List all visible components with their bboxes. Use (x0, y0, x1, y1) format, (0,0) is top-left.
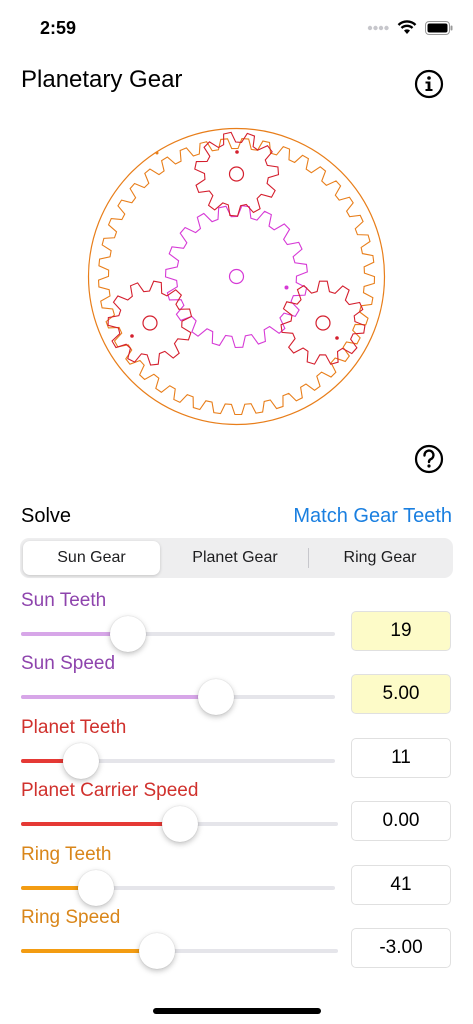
slider-thumb[interactable] (161, 806, 198, 842)
battery-icon (425, 20, 453, 35)
tab-planet-gear[interactable]: Planet Gear (163, 541, 307, 575)
planet-gear-marker-2 (130, 334, 134, 338)
ring-gear-marker (155, 151, 159, 155)
param-label-ring-speed: Ring Speed (21, 907, 121, 928)
param-label-sun-speed: Sun Speed (21, 653, 116, 674)
slider-fill (21, 695, 216, 699)
signal-icon (367, 25, 389, 30)
info-button[interactable] (414, 69, 444, 99)
planet-gear-hub-2 (142, 315, 158, 331)
value-field-sun-teeth[interactable]: 19 (351, 611, 451, 651)
wifi-icon (397, 20, 417, 34)
planet-gear-hub-3 (315, 315, 331, 331)
slider-planet-teeth[interactable] (21, 743, 335, 779)
tab-sun-gear[interactable]: Sun Gear (23, 541, 160, 575)
value-field-planet-teeth[interactable]: 11 (351, 738, 451, 778)
param-label-planet-carrier-speed: Planet Carrier Speed (21, 780, 199, 801)
tab-ring-gear[interactable]: Ring Gear (310, 541, 450, 575)
match-gear-teeth-link[interactable]: Match Gear Teeth (293, 505, 452, 528)
value-field-planet-carrier-speed[interactable]: 0.00 (351, 801, 451, 841)
slider-thumb[interactable] (139, 933, 176, 969)
param-label-planet-teeth: Planet Teeth (21, 717, 127, 738)
slider-thumb[interactable] (109, 616, 146, 652)
sun-gear-teeth (164, 205, 308, 349)
param-label-ring-teeth: Ring Teeth (21, 844, 112, 865)
slider-sun-speed[interactable] (21, 679, 335, 715)
slider-thumb[interactable] (197, 679, 234, 715)
slider-thumb[interactable] (62, 743, 99, 779)
slider-sun-teeth[interactable] (21, 616, 335, 652)
sun-gear-marker (284, 285, 289, 290)
param-label-sun-teeth: Sun Teeth (21, 590, 107, 611)
page-title: Planetary Gear (21, 66, 183, 93)
value-field-ring-teeth[interactable]: 41 (351, 865, 451, 905)
planet-gear-teeth-1 (194, 131, 280, 217)
planetary-gear-diagram (87, 127, 386, 426)
planet-gear-hub-1 (228, 166, 245, 182)
solve-label: Solve (21, 505, 72, 527)
status-icons (367, 20, 453, 35)
status-time: 2:59 (40, 18, 77, 38)
segment-divider (308, 548, 309, 568)
slider-thumb[interactable] (78, 870, 115, 906)
ring-gear-outer-rim (87, 127, 386, 426)
home-indicator (153, 1008, 321, 1014)
slider-ring-teeth[interactable] (21, 870, 335, 906)
slider-planet-carrier-speed[interactable] (21, 806, 338, 842)
sun-gear-hub (228, 268, 245, 285)
planet-gear-marker-1 (235, 150, 239, 154)
help-button[interactable] (414, 444, 444, 474)
planet-gear-marker-3 (335, 336, 339, 340)
slider-ring-speed[interactable] (21, 933, 338, 969)
help-icon (414, 444, 444, 474)
solve-for-segmented-control: Sun Gear Planet Gear Ring Gear (20, 538, 453, 578)
slider-fill (21, 822, 180, 826)
value-field-sun-speed[interactable]: 5.00 (351, 674, 451, 714)
planet-gear-teeth-3 (280, 280, 366, 365)
value-field-ring-speed[interactable]: -3.00 (351, 928, 451, 968)
slider-fill (21, 949, 158, 953)
info-icon (414, 69, 444, 99)
planet-gear-teeth-2 (107, 280, 193, 366)
ring-gear-teeth (97, 138, 376, 416)
